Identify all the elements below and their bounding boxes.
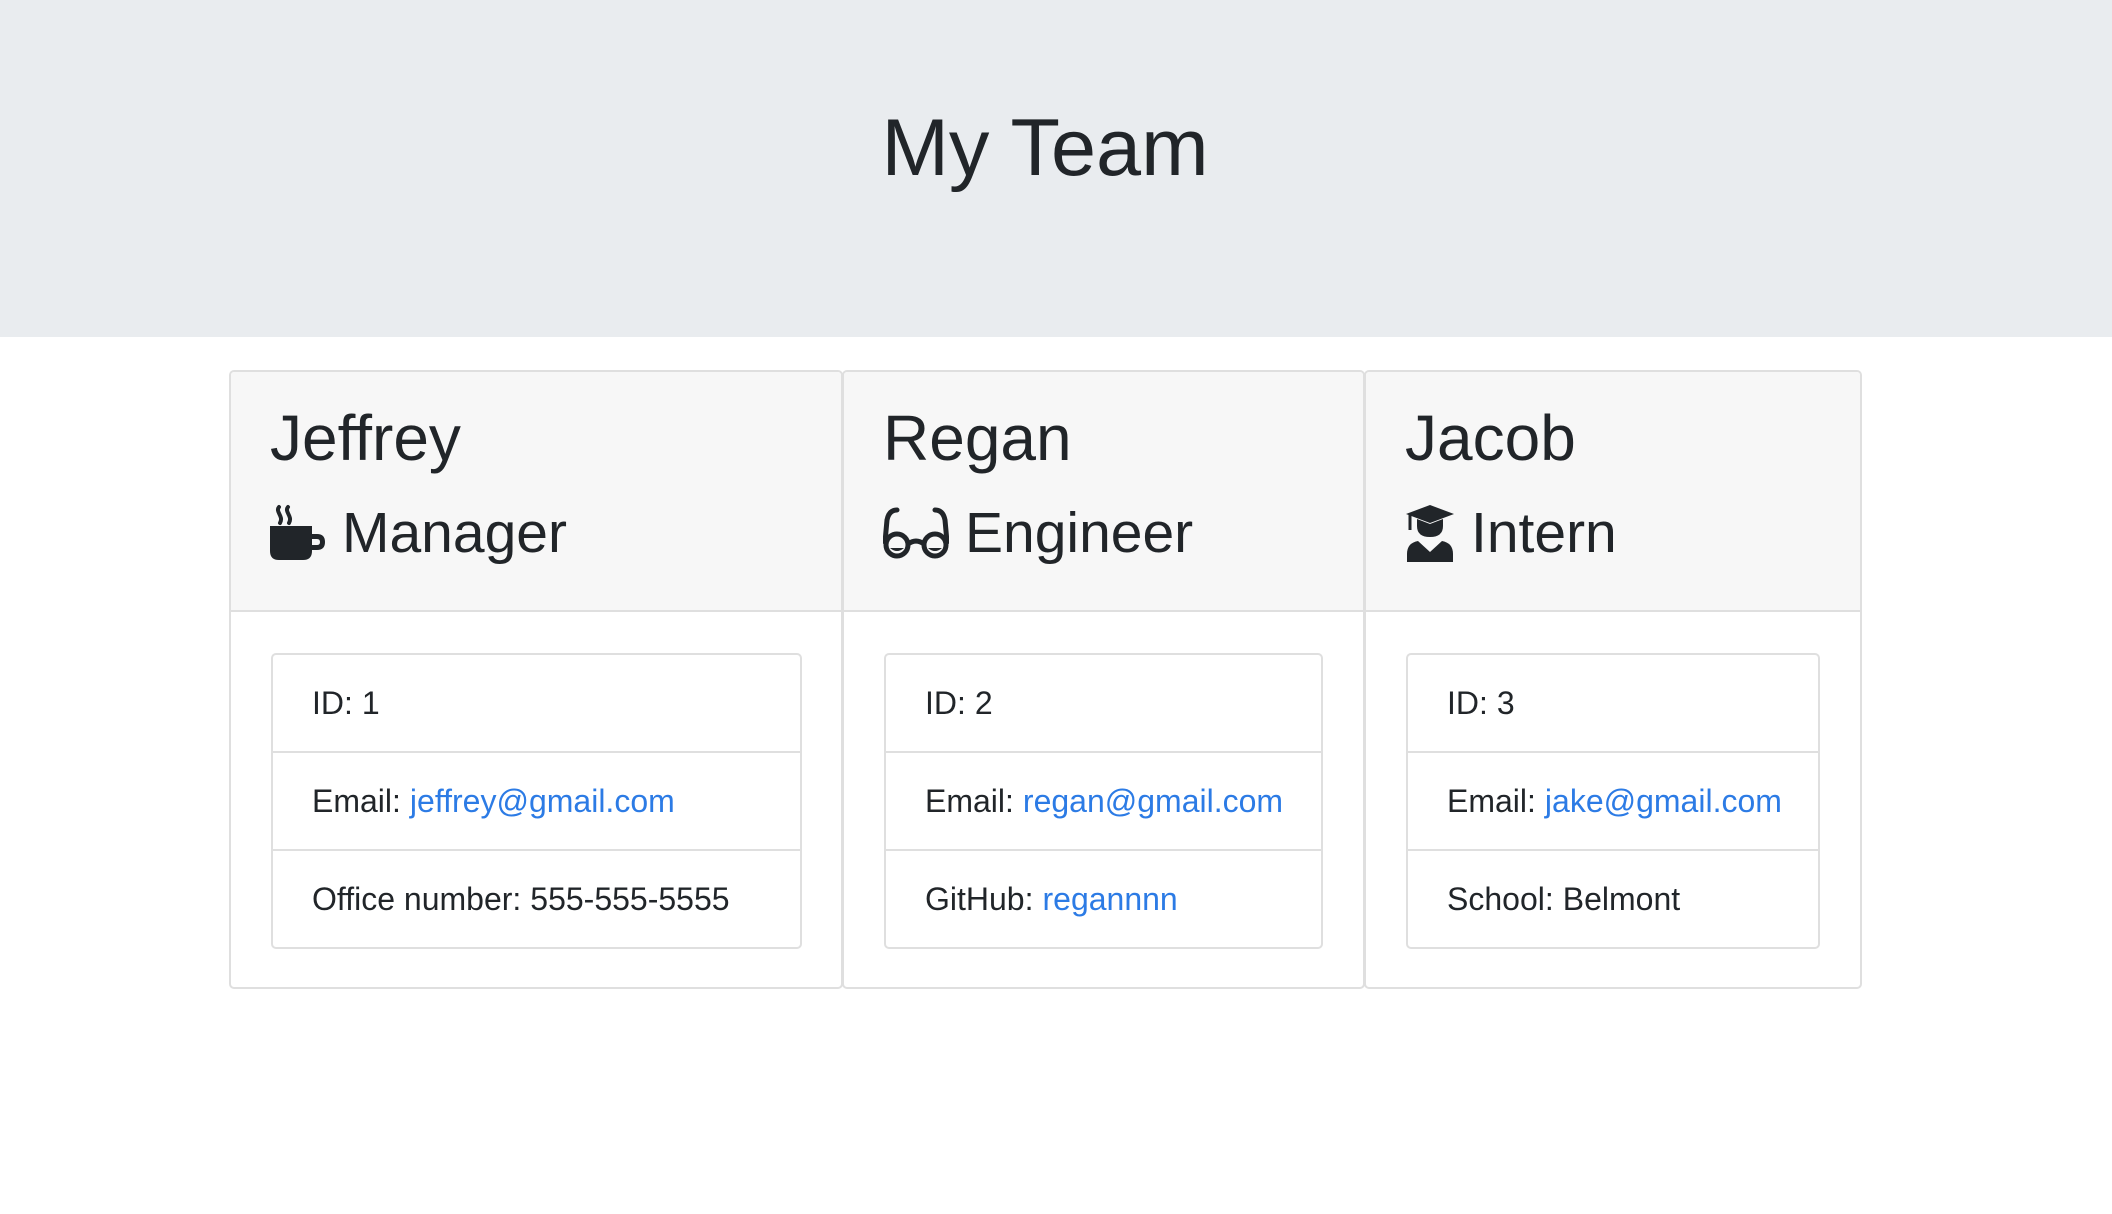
- school-value: Belmont: [1562, 880, 1681, 917]
- jumbotron-header: My Team: [0, 0, 2112, 337]
- card-header: Jeffrey Manager: [231, 372, 841, 612]
- employee-name: Regan: [883, 402, 1072, 474]
- github-link[interactable]: regannnn: [1042, 881, 1177, 918]
- id-value: 1: [361, 684, 380, 721]
- employee-role: Manager: [270, 498, 567, 568]
- id-label: ID:: [1447, 684, 1488, 721]
- id-label: ID:: [312, 684, 353, 721]
- list-item-email: Email: jeffrey@gmail.com: [273, 753, 800, 851]
- role-label: Engineer: [965, 501, 1194, 565]
- list-item-email: Email: jake@gmail.com: [1408, 753, 1818, 851]
- employee-name: Jeffrey: [270, 402, 461, 474]
- id-value: 3: [1496, 684, 1515, 721]
- email-link[interactable]: jeffrey@gmail.com: [410, 783, 675, 820]
- list-item-office-number: Office number: 555-555-5555: [273, 851, 800, 947]
- employee-name: Jacob: [1405, 402, 1576, 474]
- employee-details-list: ID: 1 Email: jeffrey@gmail.com Office nu…: [271, 653, 802, 949]
- list-item-id: ID: 3: [1408, 655, 1818, 753]
- id-value: 2: [974, 684, 993, 721]
- email-label: Email:: [1447, 782, 1536, 819]
- email-link[interactable]: regan@gmail.com: [1023, 783, 1283, 820]
- list-item-id: ID: 1: [273, 655, 800, 753]
- card-header: Jacob Intern: [1366, 372, 1860, 612]
- office-number-label: Office number:: [312, 880, 522, 917]
- office-number-value: 555-555-5555: [530, 880, 730, 917]
- coffee-mug-icon: [270, 504, 326, 562]
- list-item-email: Email: regan@gmail.com: [886, 753, 1321, 851]
- employee-card-manager: Jeffrey Manager ID: 1 Email: jeffrey@gma…: [229, 370, 843, 989]
- page-title: My Team: [881, 103, 1209, 193]
- employee-role: Engineer: [883, 498, 1193, 568]
- github-label: GitHub:: [925, 880, 1034, 917]
- employee-role: Intern: [1405, 498, 1617, 568]
- email-label: Email:: [925, 782, 1014, 819]
- list-item-school: School: Belmont: [1408, 851, 1818, 947]
- id-label: ID:: [925, 684, 966, 721]
- role-label: Manager: [342, 501, 567, 565]
- school-label: School:: [1447, 880, 1554, 917]
- graduate-icon: [1405, 504, 1455, 562]
- employee-details-list: ID: 2 Email: regan@gmail.com GitHub: reg…: [884, 653, 1323, 949]
- employee-card-intern: Jacob Intern ID: 3 Email: jake@gmail.com…: [1364, 370, 1862, 989]
- role-label: Intern: [1471, 501, 1617, 565]
- card-header: Regan Engineer: [844, 372, 1363, 612]
- employee-card-engineer: Regan Engineer ID: 2 Email: regan@gmail.…: [842, 370, 1365, 989]
- email-link[interactable]: jake@gmail.com: [1545, 783, 1782, 820]
- employee-details-list: ID: 3 Email: jake@gmail.com School: Belm…: [1406, 653, 1820, 949]
- list-item-id: ID: 2: [886, 655, 1321, 753]
- list-item-github: GitHub: regannnn: [886, 851, 1321, 947]
- glasses-icon: [883, 504, 949, 562]
- email-label: Email:: [312, 782, 401, 819]
